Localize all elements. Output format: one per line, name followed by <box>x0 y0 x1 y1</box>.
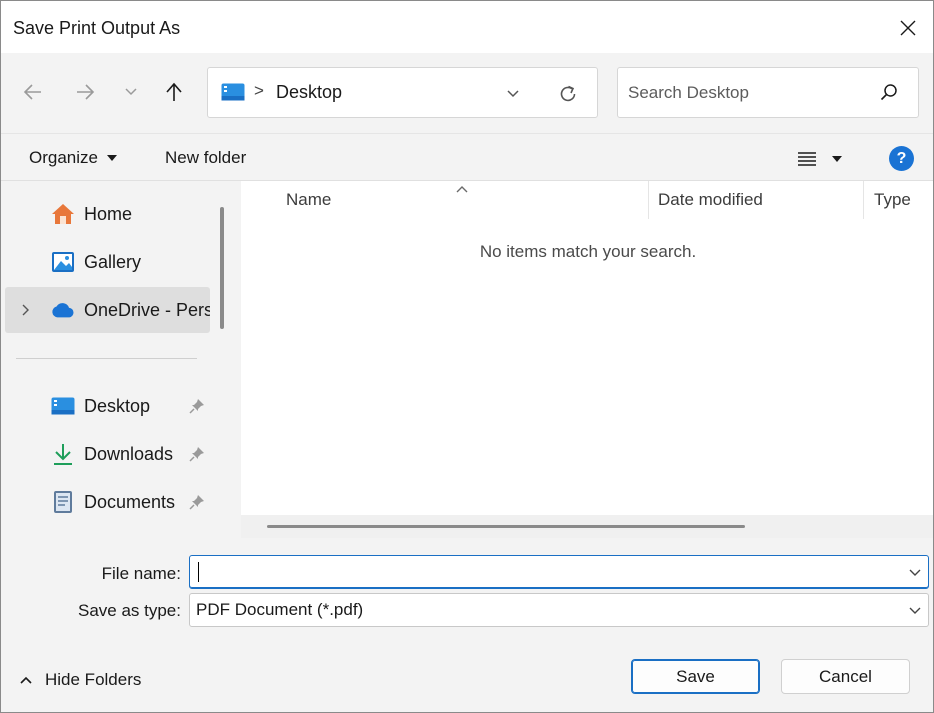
file-list: Name Date modified Type No items match y… <box>241 179 933 538</box>
recent-locations-button[interactable] <box>116 77 146 107</box>
close-icon <box>900 20 916 36</box>
save-as-type-value: PDF Document (*.pdf) <box>196 600 364 619</box>
scrollbar-thumb[interactable] <box>267 525 745 528</box>
cancel-button[interactable]: Cancel <box>781 659 910 694</box>
empty-folder-message: No items match your search. <box>479 242 697 261</box>
sidebar-item-gallery[interactable]: Gallery <box>5 239 210 285</box>
chevron-up-icon <box>20 676 32 684</box>
save-options-panel: File name: Save as type: PDF Document (*… <box>1 538 933 712</box>
onedrive-cloud-icon <box>51 299 75 321</box>
command-bar: Organize New folder ? <box>1 133 933 181</box>
sidebar-item-home[interactable]: Home <box>5 191 210 237</box>
arrow-right-icon <box>77 84 95 100</box>
address-history-button[interactable] <box>502 83 524 105</box>
file-name-input[interactable] <box>196 561 896 583</box>
column-header-name[interactable]: Name <box>286 190 331 210</box>
window-title: Save Print Output As <box>13 18 181 38</box>
sidebar-item-label: Gallery <box>84 252 142 272</box>
document-icon <box>51 491 75 513</box>
navigation-pane: Home Gallery OneDrive - Perso Desktop Do… <box>1 181 234 538</box>
sidebar-scrollbar[interactable] <box>220 207 224 329</box>
caret-down-icon <box>106 155 117 161</box>
forward-button[interactable] <box>70 77 100 107</box>
sidebar-item-documents[interactable]: Documents <box>5 479 210 525</box>
column-separator[interactable] <box>863 181 864 219</box>
save-dialog: Save Print Output As > Desktop Search De… <box>0 0 934 713</box>
title-bar: Save Print Output As <box>1 1 933 53</box>
chevron-down-icon <box>507 90 519 98</box>
chevron-down-icon <box>125 88 137 96</box>
close-button[interactable] <box>891 11 925 45</box>
file-name-label: File name: <box>101 564 181 583</box>
desktop-folder-icon <box>51 395 75 417</box>
organize-button[interactable]: Organize <box>29 148 118 168</box>
up-button[interactable] <box>159 77 189 107</box>
save-button[interactable]: Save <box>631 659 760 694</box>
sidebar-item-label: Documents <box>84 492 176 512</box>
help-icon: ? <box>896 149 907 167</box>
sidebar-item-label: Home <box>84 204 133 224</box>
sort-ascending-icon <box>455 179 469 199</box>
gallery-icon <box>51 251 75 273</box>
pin-icon[interactable] <box>189 446 205 467</box>
list-view-icon <box>798 152 816 166</box>
search-box <box>617 67 919 118</box>
sidebar-item-onedrive[interactable]: OneDrive - Perso <box>5 287 210 333</box>
arrow-left-icon <box>23 84 41 100</box>
pin-icon[interactable] <box>189 398 205 419</box>
download-arrow-icon <box>51 443 75 465</box>
sidebar-item-label: OneDrive - Perso <box>84 300 210 320</box>
organize-label: Organize <box>29 148 98 167</box>
navigation-row: > Desktop <box>1 53 933 133</box>
sidebar-item-downloads[interactable]: Downloads <box>5 431 210 477</box>
expand-chevron[interactable] <box>19 301 33 319</box>
new-folder-button[interactable]: New folder <box>165 148 246 168</box>
save-as-type-dropdown-button[interactable] <box>907 603 923 619</box>
refresh-icon <box>560 85 576 102</box>
sidebar-divider <box>16 358 197 359</box>
chevron-right-icon <box>22 304 29 316</box>
help-button[interactable]: ? <box>889 146 914 171</box>
view-options-button[interactable] <box>797 148 853 170</box>
hide-folders-label: Hide Folders <box>45 670 142 689</box>
chevron-down-icon <box>909 607 921 614</box>
address-bar[interactable]: > Desktop <box>207 67 598 118</box>
pin-icon[interactable] <box>189 494 205 515</box>
chevron-down-icon <box>909 569 921 576</box>
sidebar-item-label: Downloads <box>84 444 174 464</box>
home-icon <box>51 203 75 225</box>
sidebar-item-desktop[interactable]: Desktop <box>5 383 210 429</box>
hide-folders-button[interactable]: Hide Folders <box>19 670 141 690</box>
search-icon[interactable] <box>880 83 898 106</box>
sidebar-item-label: Desktop <box>84 396 151 416</box>
horizontal-scrollbar[interactable] <box>241 515 933 538</box>
breadcrumb-separator: > <box>254 81 264 100</box>
column-header-type[interactable]: Type <box>874 190 911 210</box>
refresh-button[interactable] <box>556 82 580 106</box>
caret-down-icon <box>832 156 842 162</box>
search-input[interactable] <box>628 80 868 106</box>
file-name-dropdown-button[interactable] <box>907 565 923 581</box>
save-as-type-label: Save as type: <box>77 601 181 620</box>
save-as-type-select[interactable]: PDF Document (*.pdf) <box>189 593 929 627</box>
file-name-combobox[interactable] <box>189 555 929 589</box>
column-header-date-modified[interactable]: Date modified <box>658 190 763 210</box>
arrow-up-icon <box>166 82 182 101</box>
desktop-folder-icon <box>221 83 245 106</box>
column-separator[interactable] <box>648 181 649 219</box>
breadcrumb-current[interactable]: Desktop <box>276 82 342 103</box>
back-button[interactable] <box>18 77 48 107</box>
